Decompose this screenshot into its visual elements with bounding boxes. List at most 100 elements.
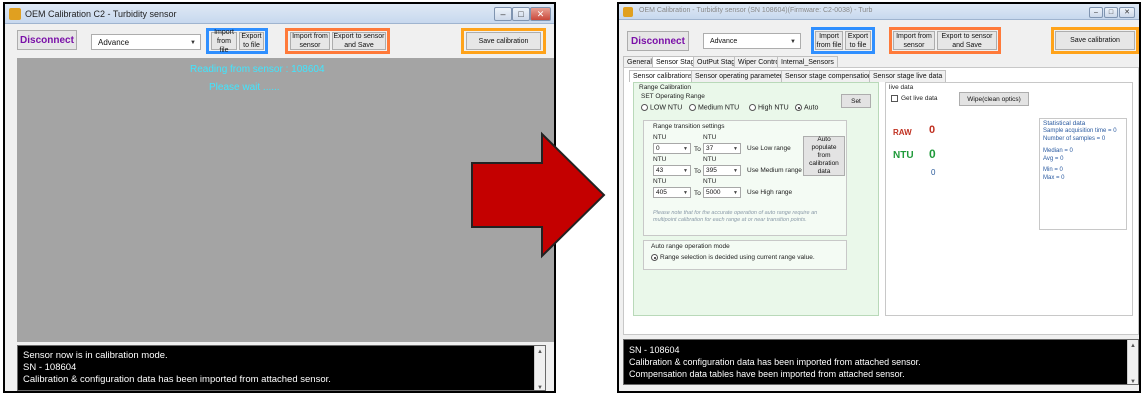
- log-console[interactable]: SN - 108604 Calibration & configuration …: [623, 339, 1139, 385]
- left-window-title: OEM Calibration C2 - Turbidity sensor: [25, 9, 177, 19]
- close-button[interactable]: ✕: [530, 7, 551, 21]
- radio-label: Range selection is decided using current…: [660, 254, 815, 262]
- auto-range-note: Please note that for the accurate operat…: [653, 210, 818, 223]
- app-icon: [623, 7, 633, 17]
- maximize-button[interactable]: □: [1104, 7, 1118, 18]
- medium-to-select[interactable]: 395 ▼: [703, 165, 741, 176]
- get-live-data-checkbox[interactable]: Get live data: [891, 95, 938, 102]
- radio-circle-icon: [795, 104, 802, 111]
- log-scrollbar[interactable]: ▲ ▼: [1127, 340, 1138, 385]
- tab-sensor-stage-live-data[interactable]: Sensor stage live data: [869, 70, 947, 82]
- stat-number-of-samples: Number of samples = 0: [1043, 136, 1106, 142]
- ntu-label: NTU: [703, 178, 717, 185]
- auto-range-mode-option[interactable]: Range selection is decided using current…: [651, 254, 815, 261]
- ntu-label: NTU: [653, 178, 667, 185]
- import-from-sensor-button[interactable]: Import from sensor: [290, 32, 330, 50]
- high-from-select[interactable]: 405 ▼: [653, 187, 691, 198]
- radio-label: High NTU: [758, 104, 789, 112]
- to-label: To: [694, 146, 701, 153]
- raw-label: RAW: [893, 128, 912, 137]
- chevron-down-icon: ▼: [733, 146, 738, 152]
- stat-min: Min = 0: [1043, 167, 1063, 173]
- log-console[interactable]: Sensor now is in calibration mode. SN - …: [17, 345, 546, 391]
- radio-circle-icon: [689, 104, 696, 111]
- statistical-data-group: [1039, 118, 1127, 230]
- tab-sensor-calibrations[interactable]: Sensor calibrations: [629, 70, 697, 82]
- left-title-bar: OEM Calibration C2 - Turbidity sensor – …: [5, 4, 554, 24]
- tab-sensor-operating-parameters[interactable]: Sensor operating parameters: [691, 70, 790, 82]
- medium-from-select[interactable]: 43 ▼: [653, 165, 691, 176]
- range-transition-title: Range transition settings: [653, 123, 725, 130]
- log-line: SN - 108604: [629, 345, 680, 355]
- radio-circle-icon: [749, 104, 756, 111]
- right-title-bar: OEM Calibration - Turbidity sensor (SN 1…: [619, 4, 1139, 20]
- ntu-secondary-value: 0: [931, 168, 936, 177]
- arrow-right-icon: [471, 131, 606, 259]
- export-to-sensor-button[interactable]: Export to sensor and Save: [332, 32, 386, 50]
- log-line: SN - 108604: [23, 362, 77, 373]
- ntu-label: NTU: [653, 156, 667, 163]
- export-to-file-button[interactable]: Export to file: [845, 31, 871, 50]
- disconnect-button[interactable]: Disconnect: [17, 30, 77, 50]
- select-value: 395: [706, 167, 717, 174]
- mode-select[interactable]: Advance ▼: [703, 33, 801, 49]
- ntu-live-value: 0: [929, 147, 936, 161]
- log-line: Compensation data tables have been impor…: [629, 369, 905, 379]
- import-from-file-button[interactable]: Import from file: [815, 31, 843, 50]
- high-range-label: Use High range: [747, 189, 793, 196]
- export-to-sensor-button[interactable]: Export to sensor and Save: [937, 31, 997, 50]
- chevron-down-icon: ▼: [733, 168, 738, 174]
- export-to-file-button[interactable]: Export to file: [239, 32, 264, 50]
- radio-medium-ntu[interactable]: Medium NTU: [689, 104, 739, 111]
- radio-auto[interactable]: Auto: [795, 104, 818, 111]
- statistical-data-title: Statistical data: [1043, 120, 1086, 127]
- mode-select-value: Advance: [710, 38, 738, 45]
- set-button[interactable]: Set: [841, 94, 871, 108]
- radio-high-ntu[interactable]: High NTU: [749, 104, 789, 111]
- radio-low-ntu[interactable]: LOW NTU: [641, 104, 682, 111]
- wait-status: Please wait ......: [209, 82, 280, 93]
- select-value: 37: [706, 145, 714, 152]
- radio-circle-icon: [651, 254, 658, 261]
- wipe-button[interactable]: Wipe(clean optics): [959, 92, 1029, 106]
- app-icon: [9, 8, 21, 20]
- close-button[interactable]: ✕: [1119, 7, 1135, 18]
- log-line: Sensor now is in calibration mode.: [23, 350, 168, 361]
- live-data-title: live data: [889, 84, 914, 91]
- low-to-select[interactable]: 37 ▼: [703, 143, 741, 154]
- ntu-live-label: NTU: [893, 150, 914, 161]
- set-operating-range-label: SET Operating Range: [641, 93, 705, 100]
- log-scrollbar[interactable]: ▲ ▼: [534, 346, 545, 391]
- radio-label: Auto: [804, 104, 819, 112]
- chevron-down-icon: ▼: [790, 39, 796, 45]
- auto-populate-button[interactable]: Auto populate from calibration data: [803, 136, 845, 176]
- low-range-label: Use Low range: [747, 145, 791, 152]
- low-from-select[interactable]: 0 ▼: [653, 143, 691, 154]
- maximize-button[interactable]: □: [512, 7, 530, 21]
- save-calibration-button[interactable]: Save calibration: [1055, 31, 1135, 50]
- reading-status: Reading from sensor : 108604: [190, 64, 325, 75]
- medium-range-label: Use Medium range: [747, 167, 802, 174]
- import-from-sensor-button[interactable]: Import from sensor: [893, 31, 935, 50]
- select-value: 405: [656, 189, 667, 196]
- log-line: Calibration & configuration data has bee…: [23, 374, 331, 385]
- stat-median: Median = 0: [1043, 148, 1073, 154]
- minimize-button[interactable]: –: [494, 7, 512, 21]
- to-label: To: [694, 168, 701, 175]
- save-calibration-button[interactable]: Save calibration: [466, 32, 541, 50]
- minimize-button[interactable]: –: [1089, 7, 1103, 18]
- mode-select[interactable]: Advance ▼: [91, 34, 201, 50]
- log-line: Calibration & configuration data has bee…: [629, 357, 921, 367]
- chevron-down-icon: ▼: [683, 146, 688, 152]
- import-from-file-button[interactable]: Import from file: [211, 29, 237, 54]
- checkbox-label: Get live data: [901, 95, 938, 103]
- ntu-label: NTU: [703, 156, 717, 163]
- disconnect-button[interactable]: Disconnect: [627, 31, 689, 51]
- auto-range-mode-title: Auto range operation mode: [651, 243, 730, 250]
- raw-value: 0: [929, 124, 936, 136]
- tab-sensor-stage-compensations[interactable]: Sensor stage compensations: [781, 70, 880, 82]
- range-calibration-title: Range Calibration: [639, 84, 692, 91]
- checkbox-icon: [891, 95, 898, 102]
- high-to-select[interactable]: 5000 ▼: [703, 187, 741, 198]
- mode-select-value: Advance: [98, 38, 130, 47]
